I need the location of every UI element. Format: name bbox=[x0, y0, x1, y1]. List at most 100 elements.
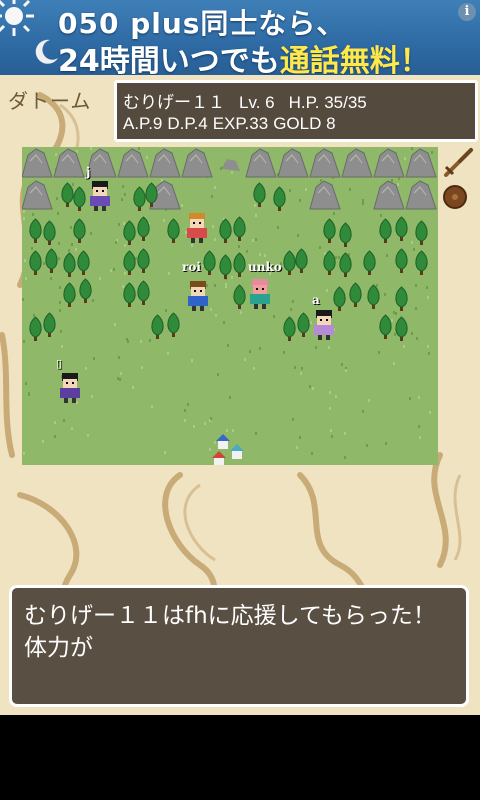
grass-tuft bbox=[312, 387, 314, 390]
message-line-2: 体力が bbox=[24, 635, 93, 661]
player-label-j: j bbox=[86, 165, 91, 179]
player-label-a: a bbox=[312, 293, 320, 307]
grass-tuft bbox=[255, 432, 257, 435]
player-hp: H.P. 35/35 bbox=[288, 93, 367, 112]
player-name: むりげー１１ bbox=[123, 93, 225, 112]
grass-tuft bbox=[93, 357, 95, 360]
grass-tuft bbox=[299, 436, 301, 439]
grass-tuft bbox=[217, 373, 219, 376]
player-j-eye bbox=[96, 190, 98, 192]
grass-tuft bbox=[68, 249, 70, 252]
grass-tuft bbox=[331, 435, 333, 438]
player-a-eye bbox=[320, 319, 322, 321]
grass-tuft bbox=[259, 347, 261, 350]
player-j-face bbox=[93, 187, 107, 196]
grass-tuft bbox=[118, 223, 120, 226]
ad-banner[interactable]: 050 plus同士なら、 24時間いつでも通話無料！ i bbox=[0, 0, 480, 75]
grass-tuft bbox=[315, 346, 317, 349]
grass-tuft bbox=[57, 212, 59, 215]
sun-icon bbox=[0, 0, 34, 36]
grass-tuft bbox=[151, 405, 153, 408]
grass-tuft bbox=[127, 340, 129, 343]
grass-tuft bbox=[92, 299, 94, 302]
grass-tuft bbox=[25, 382, 27, 385]
grass-tuft bbox=[59, 286, 61, 289]
player-j-body bbox=[90, 196, 110, 206]
grass-tuft bbox=[341, 363, 343, 366]
grass-tuft bbox=[409, 397, 411, 400]
grass-tuft bbox=[138, 147, 140, 150]
player-level: Lv. 6 bbox=[239, 93, 275, 112]
grass-tuft bbox=[335, 256, 337, 259]
grass-tuft bbox=[305, 188, 307, 191]
grass-tuft bbox=[119, 378, 121, 381]
grass-tuft bbox=[345, 369, 347, 372]
grass-tuft bbox=[376, 284, 378, 287]
player-a-body bbox=[314, 325, 334, 335]
player-roi-eye bbox=[200, 290, 202, 292]
field-tiles bbox=[22, 147, 438, 465]
grass-tuft bbox=[385, 442, 387, 445]
game-screen[interactable]: ダトーム むりげー１１ Lv. 6 H.P. 35/35 A.P.9 D.P.4 EXP… bbox=[0, 75, 480, 715]
player-label-unknown: ▯ bbox=[56, 357, 63, 370]
grass-tuft bbox=[60, 330, 62, 333]
grass-tuft bbox=[329, 391, 331, 394]
grass-tuft bbox=[215, 314, 217, 317]
message-window[interactable]: むりげー１１はfhに応援してもらった！ 体力が bbox=[9, 585, 469, 707]
grass-tuft bbox=[187, 403, 189, 406]
grass-tuft bbox=[429, 411, 431, 414]
grass-tuft bbox=[411, 147, 413, 150]
grass-tuft bbox=[132, 386, 134, 389]
grass-tuft bbox=[229, 396, 231, 399]
grass-tuft bbox=[300, 372, 302, 375]
grass-tuft bbox=[117, 377, 119, 380]
ad-subline: 24時間いつでも通話無料！ bbox=[58, 36, 430, 75]
npc-red-body bbox=[187, 228, 207, 238]
grass-tuft bbox=[330, 429, 332, 432]
grass-tuft bbox=[24, 259, 26, 262]
grass-tuft bbox=[338, 256, 340, 259]
grass-tuft bbox=[115, 241, 117, 244]
location-name: ダトーム bbox=[8, 89, 92, 113]
player-unko-leg bbox=[254, 304, 258, 309]
player-unko-leg bbox=[262, 304, 266, 309]
grass-tuft bbox=[311, 452, 313, 455]
player-unko-eye bbox=[256, 288, 258, 290]
player-roi-face bbox=[191, 287, 205, 296]
grass-tuft bbox=[349, 188, 351, 191]
grass-tuft bbox=[344, 432, 346, 435]
field-map[interactable]: j roi unko a ▯ bbox=[22, 147, 438, 465]
player-label-roi: roi bbox=[182, 260, 201, 274]
moon-icon bbox=[35, 39, 58, 64]
npc-red-face bbox=[190, 219, 204, 228]
grass-tuft bbox=[32, 213, 34, 216]
player-unko-body bbox=[250, 294, 270, 304]
grass-tuft bbox=[395, 312, 397, 315]
shield-icon[interactable] bbox=[441, 183, 469, 211]
grass-tuft bbox=[416, 337, 418, 340]
sword-icon[interactable] bbox=[440, 145, 476, 181]
grass-tuft bbox=[58, 257, 60, 260]
grass-tuft bbox=[33, 314, 35, 317]
grass-tuft bbox=[76, 150, 78, 153]
house-wall bbox=[218, 441, 228, 449]
grass-tuft bbox=[238, 245, 240, 248]
grass-tuft bbox=[290, 308, 292, 311]
grass-tuft bbox=[114, 323, 116, 326]
grass-tuft bbox=[223, 321, 225, 324]
grass-tuft bbox=[253, 367, 255, 370]
grass-tuft bbox=[59, 309, 61, 312]
grass-tuft bbox=[415, 284, 417, 287]
grass-tuft bbox=[404, 157, 406, 160]
player-a-eye bbox=[326, 319, 328, 321]
grass-tuft bbox=[413, 248, 415, 251]
grass-tuft bbox=[184, 419, 186, 422]
message-line-1: むりげー１１はfhに応援してもらった！ bbox=[24, 603, 436, 629]
grass-tuft bbox=[110, 269, 112, 272]
grass-tuft bbox=[231, 276, 233, 279]
grass-tuft bbox=[212, 225, 214, 228]
grass-tuft bbox=[292, 300, 294, 303]
grass-tuft bbox=[210, 417, 212, 420]
info-icon[interactable]: i bbox=[458, 3, 476, 21]
grass-tuft bbox=[225, 285, 227, 288]
